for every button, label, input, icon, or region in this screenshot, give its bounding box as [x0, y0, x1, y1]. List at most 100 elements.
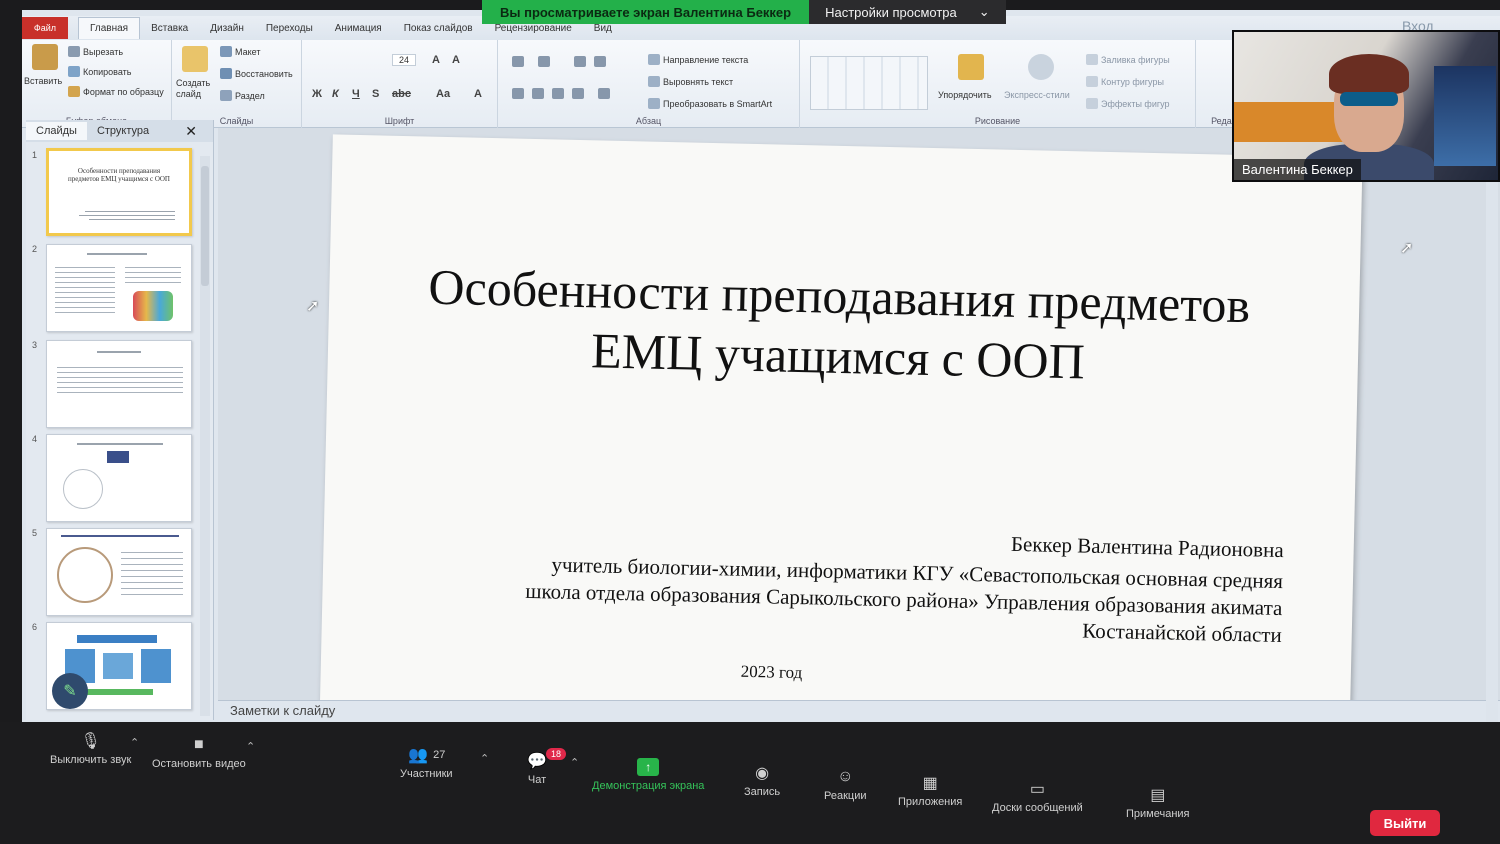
bullets-icon[interactable] — [512, 56, 524, 67]
align-right-icon[interactable] — [552, 88, 564, 99]
font-color-icon[interactable]: A — [474, 88, 482, 100]
notes-icon: ▤ — [1150, 787, 1166, 804]
leave-button[interactable]: Выйти — [1370, 810, 1440, 836]
increase-indent-icon[interactable] — [594, 56, 606, 67]
shape-outline-button[interactable]: Контур фигуры — [1086, 76, 1164, 87]
change-case-icon[interactable]: Aa — [436, 88, 450, 100]
tab-design[interactable]: Дизайн — [199, 23, 255, 34]
shape-fill-button[interactable]: Заливка фигуры — [1086, 54, 1170, 65]
slide-author[interactable]: Беккер Валентина Радионовна — [1011, 532, 1284, 563]
slide-year[interactable]: 2023 год — [741, 662, 803, 683]
mute-button[interactable]: 🎙 Выключить звук — [50, 732, 131, 766]
chat-button[interactable]: 💬 Чат — [526, 752, 548, 786]
align-left-icon[interactable] — [512, 88, 524, 99]
shrink-font-icon[interactable]: A — [452, 54, 460, 66]
close-icon[interactable]: ✕ — [175, 120, 207, 143]
chevron-up-icon[interactable]: ⌃ — [130, 736, 139, 749]
slide-thumbnail-2[interactable] — [46, 244, 192, 332]
format-painter-button[interactable]: Формат по образцу — [68, 86, 164, 97]
justify-icon[interactable] — [572, 88, 584, 99]
tab-review[interactable]: Рецензирование — [484, 23, 583, 34]
chevron-up-icon[interactable]: ⌃ — [246, 740, 255, 753]
share-arrow-icon: ↑ — [637, 758, 660, 776]
tab-insert[interactable]: Вставка — [140, 23, 199, 34]
tab-slides[interactable]: Слайды — [26, 122, 87, 140]
notes-button[interactable]: ▤ Примечания — [1126, 786, 1190, 820]
arrange-icon — [958, 54, 984, 80]
wall-picture — [1434, 66, 1496, 166]
cut-button[interactable]: Вырезать — [68, 46, 123, 57]
strikethrough-icon[interactable]: abc — [392, 88, 411, 100]
slide-vertical-scrollbar[interactable] — [1486, 140, 1498, 730]
decrease-indent-icon[interactable] — [574, 56, 586, 67]
pane-tabs: Слайды Структура ✕ — [26, 120, 213, 142]
tab-transitions[interactable]: Переходы — [255, 23, 324, 34]
effects-icon — [1086, 98, 1098, 109]
cut-label: Вырезать — [83, 46, 124, 57]
tab-file[interactable]: Файл — [22, 17, 68, 39]
tab-slideshow[interactable]: Показ слайдов — [393, 23, 484, 34]
tab-view[interactable]: Вид — [583, 23, 623, 34]
thumbnail-shape — [83, 689, 153, 695]
participants-button[interactable]: 👥 27 Участники — [400, 746, 453, 780]
arrange-button[interactable]: Упорядочить — [938, 90, 992, 100]
slide-thumbnail-1[interactable]: Особенности преподавания предметов ЕМЦ у… — [46, 148, 192, 236]
stop-video-button[interactable]: ■ Остановить видео — [152, 736, 246, 770]
shape-effects-button[interactable]: Эффекты фигур — [1086, 98, 1170, 109]
slides-pane: Слайды Структура ✕ 1 Особенности препода… — [26, 120, 214, 720]
shape-outline-label: Контур фигуры — [1101, 76, 1164, 87]
tab-animations[interactable]: Анимация — [324, 23, 393, 34]
apps-button[interactable]: ▦ Приложения — [898, 774, 962, 808]
shapes-gallery[interactable] — [810, 56, 928, 110]
participant-hair — [1329, 54, 1409, 94]
underline-icon[interactable]: Ч — [352, 88, 360, 100]
shape-effects-label: Эффекты фигур — [1101, 98, 1170, 109]
thumbnail-scrollbar[interactable] — [200, 156, 210, 716]
text-direction-button[interactable]: Направление текста — [648, 54, 748, 65]
bold-icon[interactable]: Ж — [312, 88, 322, 100]
chat-unread-badge: 18 — [546, 748, 567, 760]
new-slide-button[interactable]: Создать слайд — [176, 78, 218, 100]
whiteboards-label: Доски сообщений — [992, 802, 1083, 814]
align-text-button[interactable]: Выровнять текст — [648, 76, 733, 87]
convert-smartart-button[interactable]: Преобразовать в SmartArt — [648, 98, 772, 109]
slide-editor: Особенности преподавания предметов ЕМЦ у… — [218, 128, 1500, 752]
notes-placeholder: Заметки к слайду — [230, 703, 336, 718]
grow-font-icon[interactable]: A — [432, 54, 440, 66]
slide-title[interactable]: Особенности преподавания предметов ЕМЦ у… — [407, 256, 1270, 395]
reactions-label: Реакции — [824, 790, 867, 802]
slide-thumbnail-3[interactable] — [46, 340, 192, 428]
scrollbar-thumb[interactable] — [201, 166, 209, 286]
slide-thumbnail-5[interactable] — [46, 528, 192, 616]
font-size-select[interactable]: 24 — [392, 54, 417, 66]
numbering-icon[interactable] — [538, 56, 550, 67]
reset-button[interactable]: Восстановить — [220, 68, 293, 79]
chevron-up-icon[interactable]: ⌃ — [570, 756, 579, 769]
view-options-button[interactable]: Настройки просмотра ⌄ — [809, 0, 1006, 24]
tab-outline[interactable]: Структура — [87, 122, 159, 140]
shadow-icon[interactable]: S — [372, 88, 379, 100]
record-button[interactable]: ◉ Запись — [744, 764, 780, 798]
current-slide[interactable]: Особенности преподавания предметов ЕМЦ у… — [319, 134, 1363, 752]
section-button[interactable]: Раздел — [220, 90, 265, 101]
pencil-icon[interactable]: ✎ — [52, 673, 88, 709]
reactions-button[interactable]: ☺ Реакции — [824, 768, 867, 802]
paste-button[interactable]: Вставить — [24, 76, 62, 86]
slide-notes[interactable]: Заметки к слайду — [218, 700, 1500, 722]
layout-button[interactable]: Макет — [220, 46, 260, 57]
slide-thumbnail-4[interactable] — [46, 434, 192, 522]
thumbnail-text-line — [77, 443, 163, 445]
italic-icon[interactable]: К — [332, 88, 339, 100]
quick-styles-button[interactable]: Экспресс-стили — [1004, 90, 1070, 100]
mute-label: Выключить звук — [50, 754, 132, 766]
copy-button[interactable]: Копировать — [68, 66, 131, 77]
align-center-icon[interactable] — [532, 88, 544, 99]
columns-icon[interactable] — [598, 88, 610, 99]
slide-affiliation[interactable]: учитель биологии-химии, информатики КГУ … — [522, 551, 1284, 649]
align-text-icon — [648, 76, 660, 87]
chevron-up-icon[interactable]: ⌃ — [480, 752, 489, 765]
whiteboards-button[interactable]: ▭ Доски сообщений — [992, 780, 1083, 814]
share-screen-button[interactable]: ↑ Демонстрация экрана — [592, 758, 704, 792]
tab-home[interactable]: Главная — [78, 17, 141, 39]
participant-video[interactable]: Валентина Беккер — [1232, 30, 1500, 182]
